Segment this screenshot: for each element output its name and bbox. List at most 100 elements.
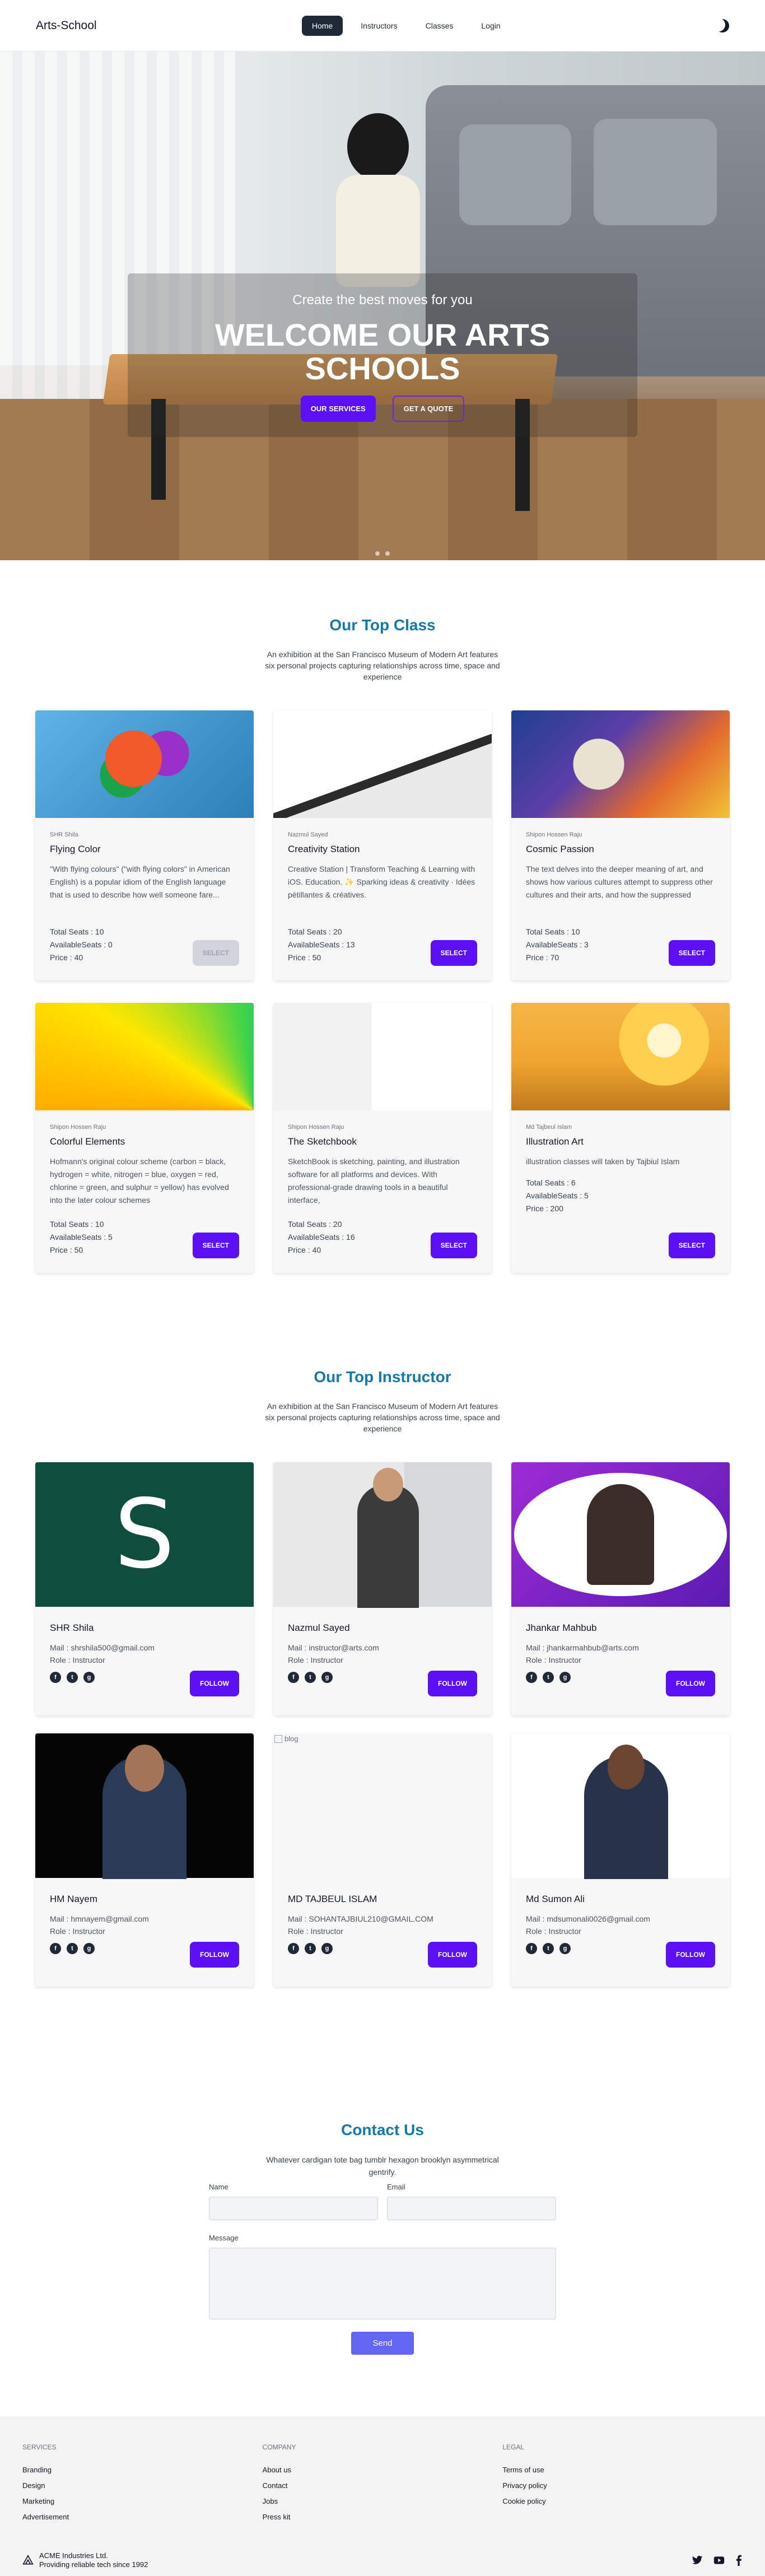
- select-button-disabled: SELECT: [192, 940, 239, 966]
- instructor-role: Role : Instructor: [50, 1656, 105, 1664]
- footer-link[interactable]: Contact: [263, 2478, 503, 2494]
- class-instructor: Md Tajbeul Islam: [526, 1124, 572, 1131]
- instructor-mail: Mail : hmnayem@gmail.com: [50, 1914, 149, 1923]
- send-button[interactable]: Send: [351, 2332, 414, 2355]
- facebook-icon[interactable]: f: [50, 1672, 61, 1683]
- instructor-role: Role : Instructor: [288, 1927, 343, 1936]
- footer-link[interactable]: Cookie policy: [502, 2494, 743, 2509]
- message-textarea[interactable]: [209, 2248, 556, 2319]
- footer-link[interactable]: Branding: [22, 2462, 263, 2478]
- instructor-card: blog MD TAJBEUL ISLAM Mail : SOHANTAJBIU…: [273, 1733, 492, 1987]
- name-input[interactable]: [209, 2197, 378, 2220]
- contact-section: Contact Us Whatever cardigan tote bag tu…: [0, 1987, 765, 2355]
- class-image: [511, 710, 730, 818]
- class-card: Nazmul Sayed Creativity Station Creative…: [273, 710, 492, 980]
- instructor-photo: blog: [273, 1733, 492, 1878]
- facebook-icon[interactable]: f: [526, 1672, 537, 1683]
- section-title: Our Top Instructor: [314, 1368, 451, 1385]
- moon-icon[interactable]: [714, 17, 731, 34]
- select-button[interactable]: SELECT: [430, 1233, 477, 1258]
- follow-button[interactable]: FOLLOW: [190, 1671, 239, 1696]
- footer-link[interactable]: Privacy policy: [502, 2478, 743, 2494]
- class-name: Creativity Station: [288, 844, 360, 854]
- follow-button[interactable]: FOLLOW: [190, 1942, 239, 1968]
- photo-letter: S: [114, 1479, 175, 1590]
- instructor-role: Role : Instructor: [288, 1656, 343, 1664]
- class-price: Price : 200: [526, 1204, 563, 1213]
- class-image: [35, 1003, 254, 1110]
- instructor-photo: [35, 1733, 254, 1879]
- get-quote-button[interactable]: GET A QUOTE: [392, 396, 465, 422]
- follow-button[interactable]: FOLLOW: [666, 1671, 715, 1696]
- instructor-card: Jhankar Mahbub Mail : jhankarmahbub@arts…: [511, 1462, 730, 1715]
- follow-button[interactable]: FOLLOW: [666, 1942, 715, 1968]
- section-subtitle: An exhibition at the San Francisco Museu…: [265, 1402, 500, 1433]
- class-card: Shipon Hossen Raju Cosmic Passion The te…: [511, 710, 730, 980]
- twitter-icon[interactable]: t: [67, 1672, 78, 1683]
- select-button[interactable]: SELECT: [192, 1233, 239, 1258]
- facebook-icon[interactable]: f: [526, 1943, 537, 1954]
- twitter-icon[interactable]: t: [305, 1943, 316, 1954]
- nav-instructors[interactable]: Instructors: [351, 16, 407, 36]
- select-button[interactable]: SELECT: [430, 940, 477, 966]
- instructor-card: S SHR Shila Mail : shrshila500@gmail.com…: [35, 1462, 254, 1715]
- image-alt-text: blog: [284, 1735, 298, 1743]
- twitter-icon[interactable]: [691, 2555, 703, 2566]
- navbar: Arts-School Home Instructors Classes Log…: [0, 0, 765, 52]
- nav-classes[interactable]: Classes: [416, 16, 464, 36]
- instructor-name: SHR Shila: [50, 1622, 94, 1633]
- class-image: [273, 1003, 492, 1110]
- footer-link[interactable]: Marketing: [22, 2494, 263, 2509]
- instructor-photo: S: [35, 1462, 254, 1607]
- follow-button[interactable]: FOLLOW: [428, 1942, 477, 1968]
- class-available-seats: AvailableSeats : 5: [526, 1191, 589, 1200]
- facebook-icon[interactable]: f: [288, 1672, 299, 1683]
- github-icon[interactable]: g: [321, 1672, 333, 1683]
- footer-link[interactable]: Terms of use: [502, 2462, 743, 2478]
- select-button[interactable]: SELECT: [668, 1233, 715, 1258]
- brand-logo[interactable]: Arts-School: [36, 19, 97, 32]
- class-image: [511, 1003, 730, 1110]
- email-input[interactable]: [387, 2197, 556, 2220]
- carousel-dot[interactable]: [375, 551, 380, 556]
- twitter-icon[interactable]: t: [543, 1672, 554, 1683]
- contact-subtitle: Whatever cardigan tote bag tumblr hexago…: [266, 2155, 499, 2177]
- class-image: [35, 710, 254, 818]
- follow-button[interactable]: FOLLOW: [428, 1671, 477, 1696]
- class-name: The Sketchbook: [288, 1136, 357, 1147]
- instructor-grid: S SHR Shila Mail : shrshila500@gmail.com…: [35, 1462, 730, 1987]
- github-icon[interactable]: g: [83, 1943, 95, 1954]
- github-icon[interactable]: g: [321, 1943, 333, 1954]
- footer-link[interactable]: About us: [263, 2462, 503, 2478]
- footer-link[interactable]: Jobs: [263, 2494, 503, 2509]
- nav-links: Home Instructors Classes Login: [301, 15, 511, 36]
- github-icon[interactable]: g: [83, 1672, 95, 1683]
- section-title: Our Top Class: [329, 616, 436, 634]
- instructor-mail: Mail : mdsumonali0026@gmail.com: [526, 1914, 650, 1923]
- youtube-icon[interactable]: [712, 2555, 726, 2566]
- top-class-section: Our Top Class An exhibition at the San F…: [0, 560, 765, 1273]
- twitter-icon[interactable]: t: [305, 1672, 316, 1683]
- twitter-icon[interactable]: t: [67, 1943, 78, 1954]
- class-card: Shipon Hossen Raju Colorful Elements Hof…: [35, 1003, 254, 1273]
- facebook-icon[interactable]: f: [50, 1943, 61, 1954]
- our-services-button[interactable]: OUR SERVICES: [300, 396, 376, 422]
- class-name: Cosmic Passion: [526, 844, 594, 854]
- github-icon[interactable]: g: [559, 1672, 571, 1683]
- instructor-mail: Mail : shrshila500@gmail.com: [50, 1643, 155, 1652]
- github-icon[interactable]: g: [559, 1943, 571, 1954]
- facebook-icon[interactable]: [735, 2555, 743, 2566]
- class-grid: SHR Shila Flying Color "With flying colo…: [35, 710, 730, 1273]
- twitter-icon[interactable]: t: [543, 1943, 554, 1954]
- facebook-icon[interactable]: f: [288, 1943, 299, 1954]
- footer-link[interactable]: Advertisement: [22, 2509, 263, 2525]
- class-instructor: Shipon Hossen Raju: [50, 1124, 106, 1131]
- class-description: illustration classes will taken by Tajbi…: [526, 1157, 680, 1166]
- footer-link[interactable]: Press kit: [263, 2509, 503, 2525]
- nav-login[interactable]: Login: [471, 16, 510, 36]
- instructor-card: Nazmul Sayed Mail : instructor@arts.com …: [273, 1462, 492, 1715]
- nav-home[interactable]: Home: [301, 15, 343, 36]
- carousel-dot[interactable]: [385, 551, 390, 556]
- select-button[interactable]: SELECT: [668, 940, 715, 966]
- footer-link[interactable]: Design: [22, 2478, 263, 2494]
